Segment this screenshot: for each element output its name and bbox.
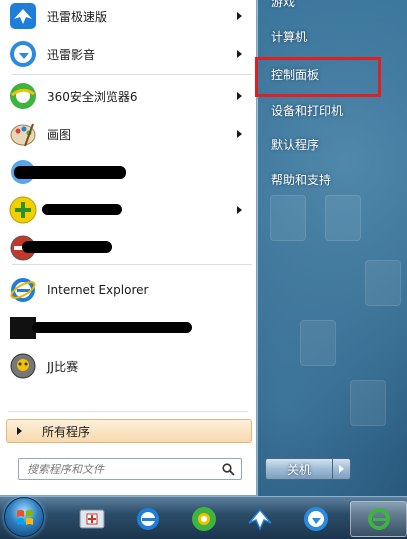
- program-item-360-browser[interactable]: 360安全浏览器6: [4, 77, 254, 115]
- arrow-right-icon: [339, 465, 344, 473]
- internet-explorer-icon: [137, 508, 159, 530]
- program-label: 画图: [47, 127, 72, 142]
- 360-browser-icon: [8, 81, 38, 111]
- taskbar-app-3[interactable]: [178, 501, 230, 537]
- shutdown-options-button[interactable]: [333, 458, 351, 480]
- paint-palette-icon: [8, 119, 38, 149]
- taskbar-app-2[interactable]: [122, 501, 174, 537]
- thunder-bird-icon: [248, 508, 272, 531]
- search-input[interactable]: [27, 462, 217, 476]
- start-menu-left-pane: 迅雷极速版 迅雷影音 360安全浏览器6 画图 Internet Explore…: [0, 0, 257, 496]
- right-item-computer[interactable]: 计算机: [264, 23, 382, 49]
- highlight-box: [255, 57, 381, 97]
- program-item-redacted-1[interactable]: [4, 153, 254, 191]
- shutdown-group: 关机: [265, 458, 353, 480]
- right-item-label: 帮助和支持: [271, 172, 332, 187]
- submenu-arrow-icon: [237, 130, 242, 138]
- program-label: Internet Explorer: [47, 283, 149, 297]
- program-item-360-guard[interactable]: [4, 191, 254, 229]
- redaction-mark: [22, 241, 112, 253]
- all-programs-label: 所有程序: [42, 424, 91, 439]
- submenu-arrow-icon: [237, 50, 242, 58]
- shutdown-button[interactable]: 关机: [265, 458, 333, 480]
- program-item-paint[interactable]: 画图: [4, 115, 254, 153]
- redaction-mark: [42, 204, 122, 215]
- separator: [8, 411, 248, 412]
- taskbar-app-1[interactable]: [66, 501, 118, 537]
- thunder-bird-icon: [8, 1, 38, 31]
- windows-logo-icon: [17, 510, 33, 525]
- internet-explorer-icon: [8, 275, 38, 305]
- program-item-redacted-2[interactable]: [4, 229, 254, 267]
- right-item-help-support[interactable]: 帮助和支持: [264, 166, 382, 192]
- start-orb[interactable]: [4, 497, 44, 537]
- search-box[interactable]: [18, 458, 242, 480]
- program-item-jj-game[interactable]: JJ比赛: [4, 347, 254, 385]
- thunder-player-icon: [8, 39, 38, 69]
- program-item-redacted-3[interactable]: [4, 309, 254, 347]
- program-item-internet-explorer[interactable]: Internet Explorer: [4, 271, 254, 309]
- taskbar-app-4[interactable]: [234, 501, 286, 537]
- right-item-devices-printers[interactable]: 设备和打印机: [264, 97, 382, 123]
- separator: [12, 264, 252, 265]
- search-icon[interactable]: [222, 463, 235, 479]
- submenu-arrow-icon: [237, 206, 242, 214]
- right-item-label: 游戏: [271, 0, 296, 9]
- right-item-games[interactable]: 游戏: [264, 0, 382, 14]
- right-item-label: 默认程序: [271, 137, 320, 152]
- 360-guard-icon: [8, 195, 38, 225]
- redaction-mark: [14, 166, 126, 179]
- taskbar-app-5[interactable]: [290, 501, 342, 537]
- right-item-label: 计算机: [271, 29, 308, 44]
- taskbar: [0, 496, 407, 539]
- program-label: 迅雷极速版: [47, 9, 108, 24]
- submenu-arrow-icon: [237, 12, 242, 20]
- program-label: JJ比赛: [47, 359, 79, 374]
- program-label: 360安全浏览器6: [47, 89, 138, 104]
- taskbar-app-6[interactable]: [350, 501, 407, 537]
- program-item-thunder-speed[interactable]: 迅雷极速版: [4, 0, 254, 35]
- separator: [12, 74, 252, 75]
- security-kit-icon: [79, 509, 105, 529]
- right-item-label: 设备和打印机: [271, 103, 344, 118]
- program-label: 迅雷影音: [47, 47, 96, 62]
- thunder-player-icon: [304, 507, 328, 531]
- all-programs-button[interactable]: 所有程序: [6, 419, 252, 443]
- submenu-arrow-icon: [237, 92, 242, 100]
- program-item-thunder-player[interactable]: 迅雷影音: [4, 35, 254, 73]
- right-item-default-programs[interactable]: 默认程序: [264, 131, 382, 157]
- jj-game-icon: [8, 351, 38, 381]
- ie-green-icon: [367, 508, 390, 530]
- program-list: 迅雷极速版 迅雷影音 360安全浏览器6 画图 Internet Explore…: [4, 0, 254, 385]
- arrow-right-icon: [17, 427, 22, 435]
- redaction-mark: [32, 322, 192, 333]
- 360-speed-icon: [192, 507, 216, 531]
